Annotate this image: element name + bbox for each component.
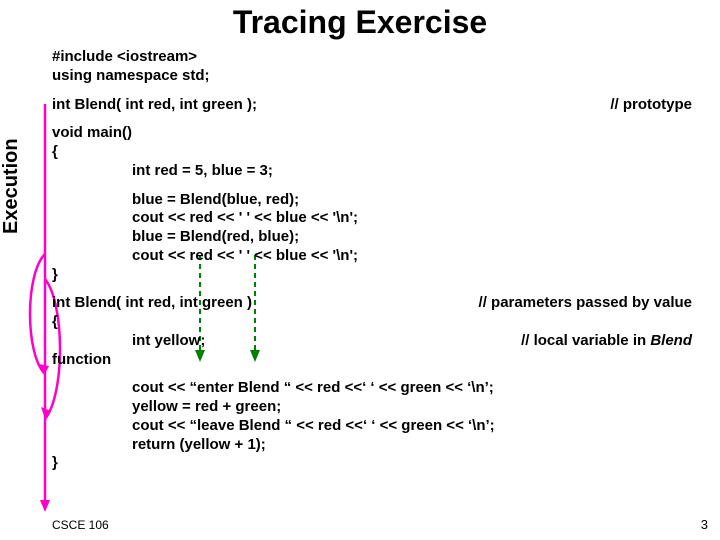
code-line: int Blend( int red, int green ); // prot… (52, 96, 692, 115)
page-title: Tracing Exercise (0, 4, 720, 41)
code-line: cout << red << ' ' << blue << '\n'; (52, 247, 692, 266)
code-line: #include <iostream> (52, 48, 692, 67)
execution-label: Execution (0, 138, 23, 234)
code-line: yellow = red + green; (52, 398, 692, 417)
code-line: blue = Blend(blue, red); (52, 191, 692, 210)
footer-page-number: 3 (701, 517, 708, 532)
code-line: blue = Blend(red, blue); (52, 228, 692, 247)
code-line: { (52, 313, 692, 332)
code-text: int Blend( int red, int green ) (52, 294, 252, 311)
code-comment: // local variable in Blend (521, 332, 692, 351)
code-line: return (yellow + 1); (52, 436, 692, 455)
code-line: int red = 5, blue = 3; (52, 162, 692, 181)
code-comment: // parameters passed by value (479, 294, 692, 313)
code-line: cout << “enter Blend “ << red <<‘ ‘ << g… (52, 379, 692, 398)
code-text: int yellow; (52, 332, 205, 351)
code-line: void main() (52, 124, 692, 143)
code-line: function (52, 351, 692, 370)
code-line: int Blend( int red, int green ) // param… (52, 294, 692, 313)
code-text: int Blend( int red, int green ); (52, 96, 257, 113)
code-comment: // prototype (610, 96, 692, 115)
footer-course: CSCE 106 (52, 518, 109, 532)
code-line: cout << red << ' ' << blue << '\n'; (52, 209, 692, 228)
code-line: int yellow; // local variable in Blend (52, 332, 692, 351)
code-line: } (52, 266, 692, 285)
code-block: #include <iostream> using namespace std;… (52, 48, 692, 473)
code-line: { (52, 143, 692, 162)
code-line: cout << “leave Blend “ << red <<‘ ‘ << g… (52, 417, 692, 436)
code-line: using namespace std; (52, 67, 692, 86)
code-line: } (52, 454, 692, 473)
